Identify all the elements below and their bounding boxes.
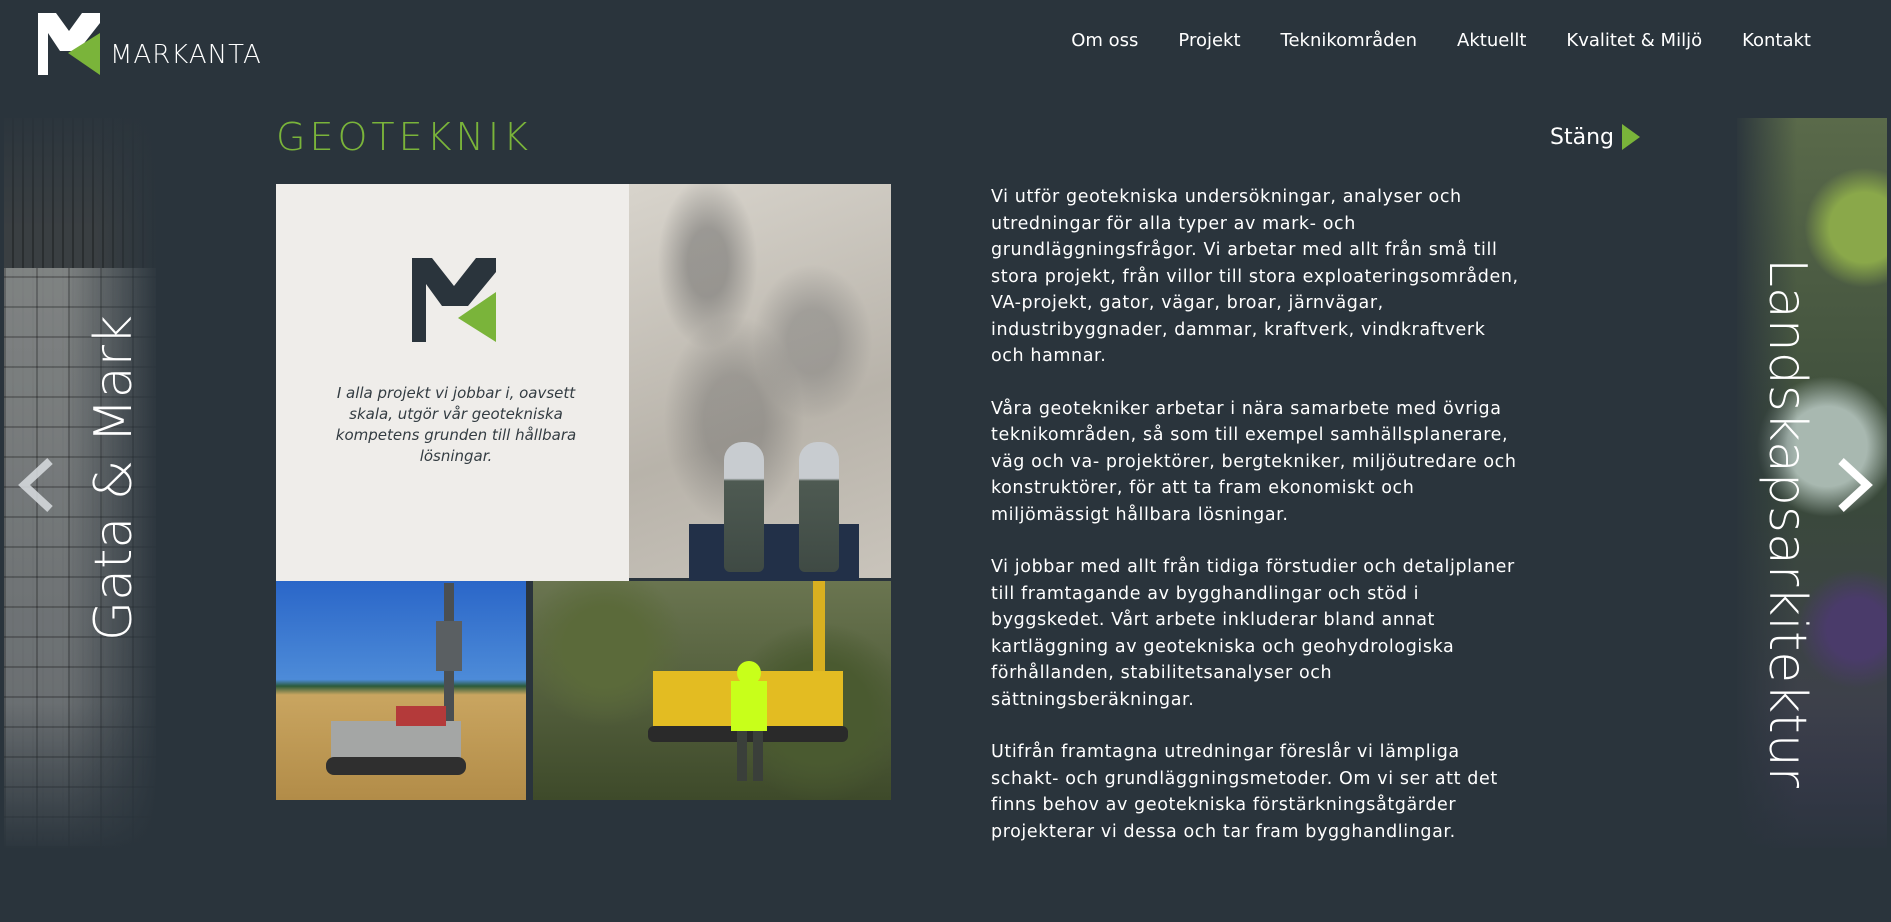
paragraph: Utifrån framtagna utredningar föreslår v…	[991, 742, 1498, 842]
prev-panel-label: Gata & Mark	[84, 314, 144, 642]
close-label: Stäng	[1550, 124, 1614, 150]
nav-item-projekt[interactable]: Projekt	[1178, 30, 1240, 51]
drill-rig-forest-photo	[533, 581, 891, 800]
drill-rig-graphic	[326, 583, 466, 775]
nav-item-kvalitet-miljo[interactable]: Kvalitet & Miljö	[1566, 30, 1702, 51]
yellow-rig-graphic	[648, 581, 848, 781]
drill-rig-field-photo	[276, 581, 526, 800]
chevron-left-icon[interactable]	[14, 455, 58, 515]
quote-text: I alla projekt vi jobbar i, oavsett skal…	[335, 384, 577, 465]
nav-item-om-oss[interactable]: Om oss	[1071, 30, 1138, 51]
boots-photo	[629, 184, 891, 584]
nav-item-aktuellt[interactable]: Aktuellt	[1457, 30, 1526, 51]
play-arrow-icon	[1621, 124, 1640, 150]
nav-item-teknikomraden[interactable]: Teknikområden	[1281, 30, 1418, 51]
main-nav: Om oss Projekt Teknikområden Aktuellt Kv…	[1071, 30, 1811, 51]
boot-left	[724, 442, 764, 572]
description: Vi utför geotekniska undersökningar, ana…	[991, 184, 1521, 871]
logo[interactable]: MARKANTA	[38, 12, 262, 76]
image-collage: I alla projekt vi jobbar i, oavsett skal…	[276, 184, 891, 800]
quote-tile: I alla projekt vi jobbar i, oavsett skal…	[276, 184, 629, 581]
boot-right	[799, 442, 839, 572]
page-title: GEOTEKNIK	[276, 115, 533, 159]
nav-item-kontakt[interactable]: Kontakt	[1742, 30, 1811, 51]
paragraph: Vi jobbar med allt från tidiga förstudie…	[991, 557, 1515, 710]
brand-name: MARKANTA	[110, 40, 262, 70]
paragraph: Våra geotekniker arbetar i nära samarbet…	[991, 398, 1517, 525]
paragraph: Vi utför geotekniska undersökningar, ana…	[991, 187, 1519, 366]
markanta-mark-icon	[412, 258, 496, 342]
site-header: MARKANTA Om oss Projekt Teknikområden Ak…	[0, 0, 1891, 90]
markanta-logo-icon	[38, 13, 100, 75]
close-button[interactable]: Stäng	[1550, 124, 1640, 150]
chevron-right-icon[interactable]	[1833, 455, 1877, 515]
next-panel-label: Landskapsarkitektur	[1757, 257, 1817, 789]
